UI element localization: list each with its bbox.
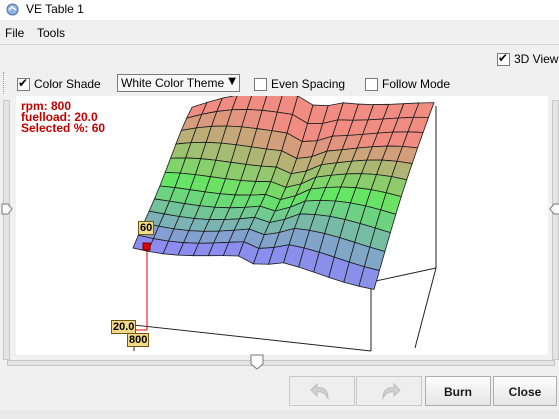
box-edge-front	[133, 324, 372, 352]
right-slider-thumb[interactable]	[549, 203, 559, 215]
close-button-label: Close	[508, 385, 542, 399]
menu-bar: File Tools	[0, 22, 559, 44]
theme-select-value: White Color Theme	[121, 76, 225, 90]
redo-icon	[382, 382, 401, 400]
value-axis-label: 60	[138, 221, 155, 235]
box-edge-floor-right	[414, 267, 437, 349]
undo-icon	[310, 382, 329, 400]
close-button[interactable]: Close	[493, 376, 557, 406]
rpm-axis-label: 800	[127, 333, 150, 347]
left-vertical-slider[interactable]	[3, 100, 10, 360]
color-shade-checkbox[interactable]	[17, 76, 30, 91]
right-vertical-slider[interactable]	[552, 100, 559, 360]
window-title: VE Table 1	[26, 2, 84, 16]
color-shade-label: Color Shade	[34, 77, 101, 91]
3d-view-label: 3D View	[514, 52, 559, 66]
3d-view-checkbox[interactable]	[497, 51, 510, 66]
redo-button[interactable]	[356, 376, 422, 406]
taskbar-strip	[0, 410, 559, 419]
even-spacing-label: Even Spacing	[271, 77, 346, 91]
burn-button[interactable]: Burn	[425, 376, 491, 406]
horizontal-slider[interactable]	[7, 360, 555, 366]
toolbar-grip[interactable]	[3, 72, 7, 94]
undo-button[interactable]	[289, 376, 355, 406]
theme-select[interactable]: White Color Theme ▼	[117, 74, 240, 92]
left-slider-thumb[interactable]	[1, 203, 13, 215]
menu-file[interactable]: File	[5, 26, 24, 40]
follow-mode-label: Follow Mode	[382, 77, 451, 91]
app-icon	[6, 3, 19, 16]
horizontal-slider-thumb[interactable]	[250, 354, 264, 370]
box-edge-top-right	[370, 267, 437, 283]
menu-separator	[0, 44, 559, 45]
menu-tools[interactable]: Tools	[37, 26, 65, 40]
selected-cell-marker	[142, 242, 151, 251]
dropdown-arrow-icon: ▼	[228, 76, 236, 87]
even-spacing-checkbox[interactable]	[254, 78, 267, 91]
burn-button-label: Burn	[444, 385, 472, 399]
follow-mode-checkbox[interactable]	[365, 78, 378, 91]
selected-percent-readout: Selected %: 60	[21, 121, 106, 135]
fuelload-axis-label: 20.0	[111, 320, 137, 334]
3d-surface-viewport[interactable]: rpm: 800 fuelload: 20.0 Selected %: 60 6…	[16, 96, 548, 355]
title-bar: VE Table 1	[0, 0, 559, 20]
